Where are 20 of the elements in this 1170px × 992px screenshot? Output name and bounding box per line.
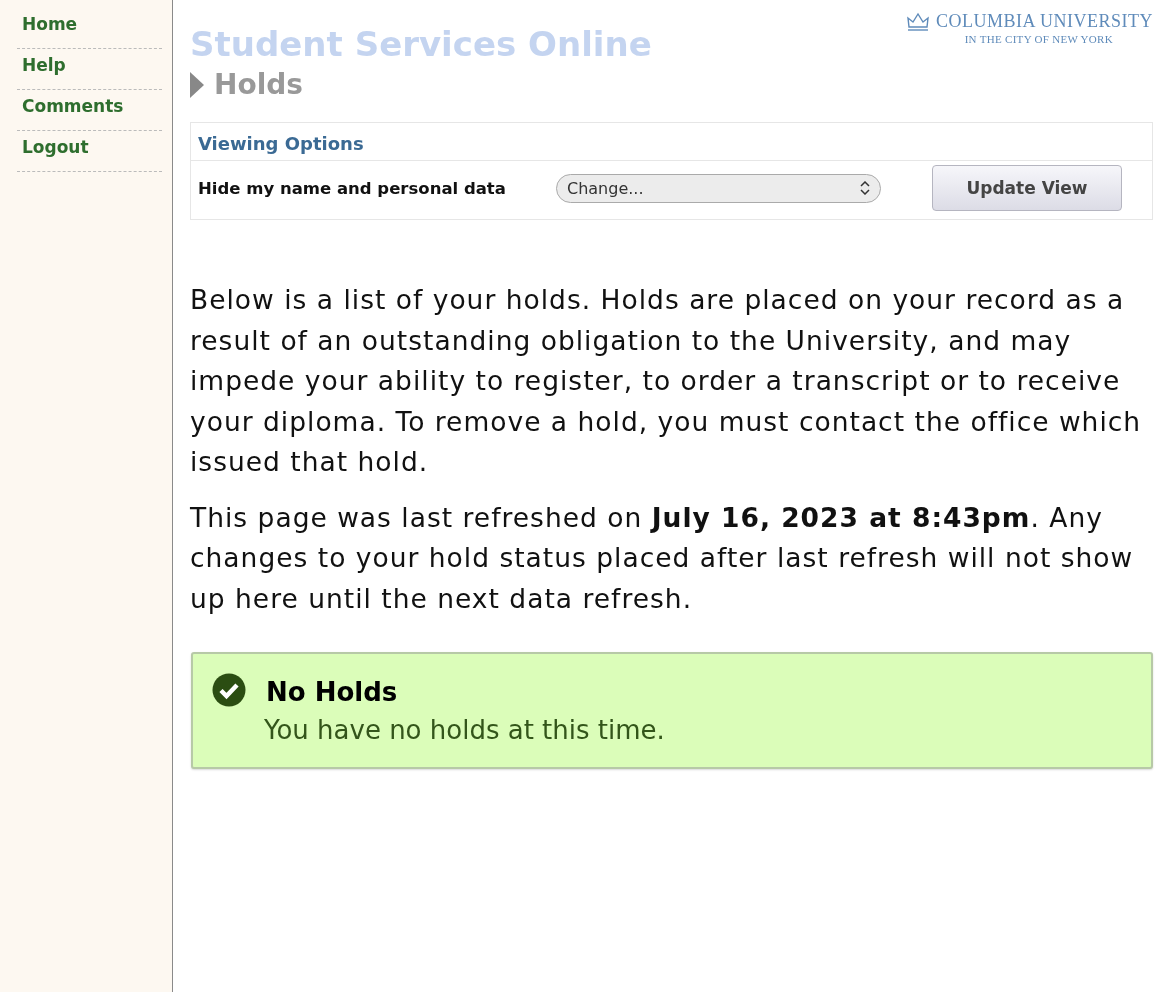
notice-title: No Holds [266, 677, 399, 707]
page-title: Student Services Online [190, 24, 652, 64]
update-view-button[interactable]: Update View [932, 165, 1122, 211]
chevron-icon [860, 181, 870, 195]
paragraph: Below is a list of your holds. Holds are placed on your record as a result of an outstanding obligation to the University, and may impede your ability to register, to order a transcript or to receive your diploma. To remove a hold, you must contact the office which issued that hold. [190, 283, 1143, 479]
paragraph: This page was last refreshed on July 16, 2023 at 8:43pm. Any changes to your hold status placed after last refresh will not show up here until the next data refresh. [190, 500, 1135, 616]
notice-message: You have no holds at this time. [264, 715, 666, 745]
triangle-icon [190, 71, 204, 98]
nav-link[interactable]: Comments [17, 95, 124, 116]
check-icon [212, 673, 246, 707]
panel-heading: Viewing Options [191, 123, 1152, 161]
section-title: Holds [214, 68, 303, 101]
nav-link[interactable]: Help [17, 54, 66, 75]
nav-link[interactable]: Home [17, 13, 78, 34]
nav-link[interactable]: Logout [17, 136, 89, 157]
select-field[interactable]: Change... [556, 173, 881, 203]
crown-icon [906, 11, 930, 32]
logo-name: COLUMBIA UNIVERSITY [936, 11, 1153, 32]
option-label: Hide my name and personal data [198, 178, 507, 198]
logo-subtitle: IN THE CITY OF NEW YORK [964, 33, 1113, 45]
